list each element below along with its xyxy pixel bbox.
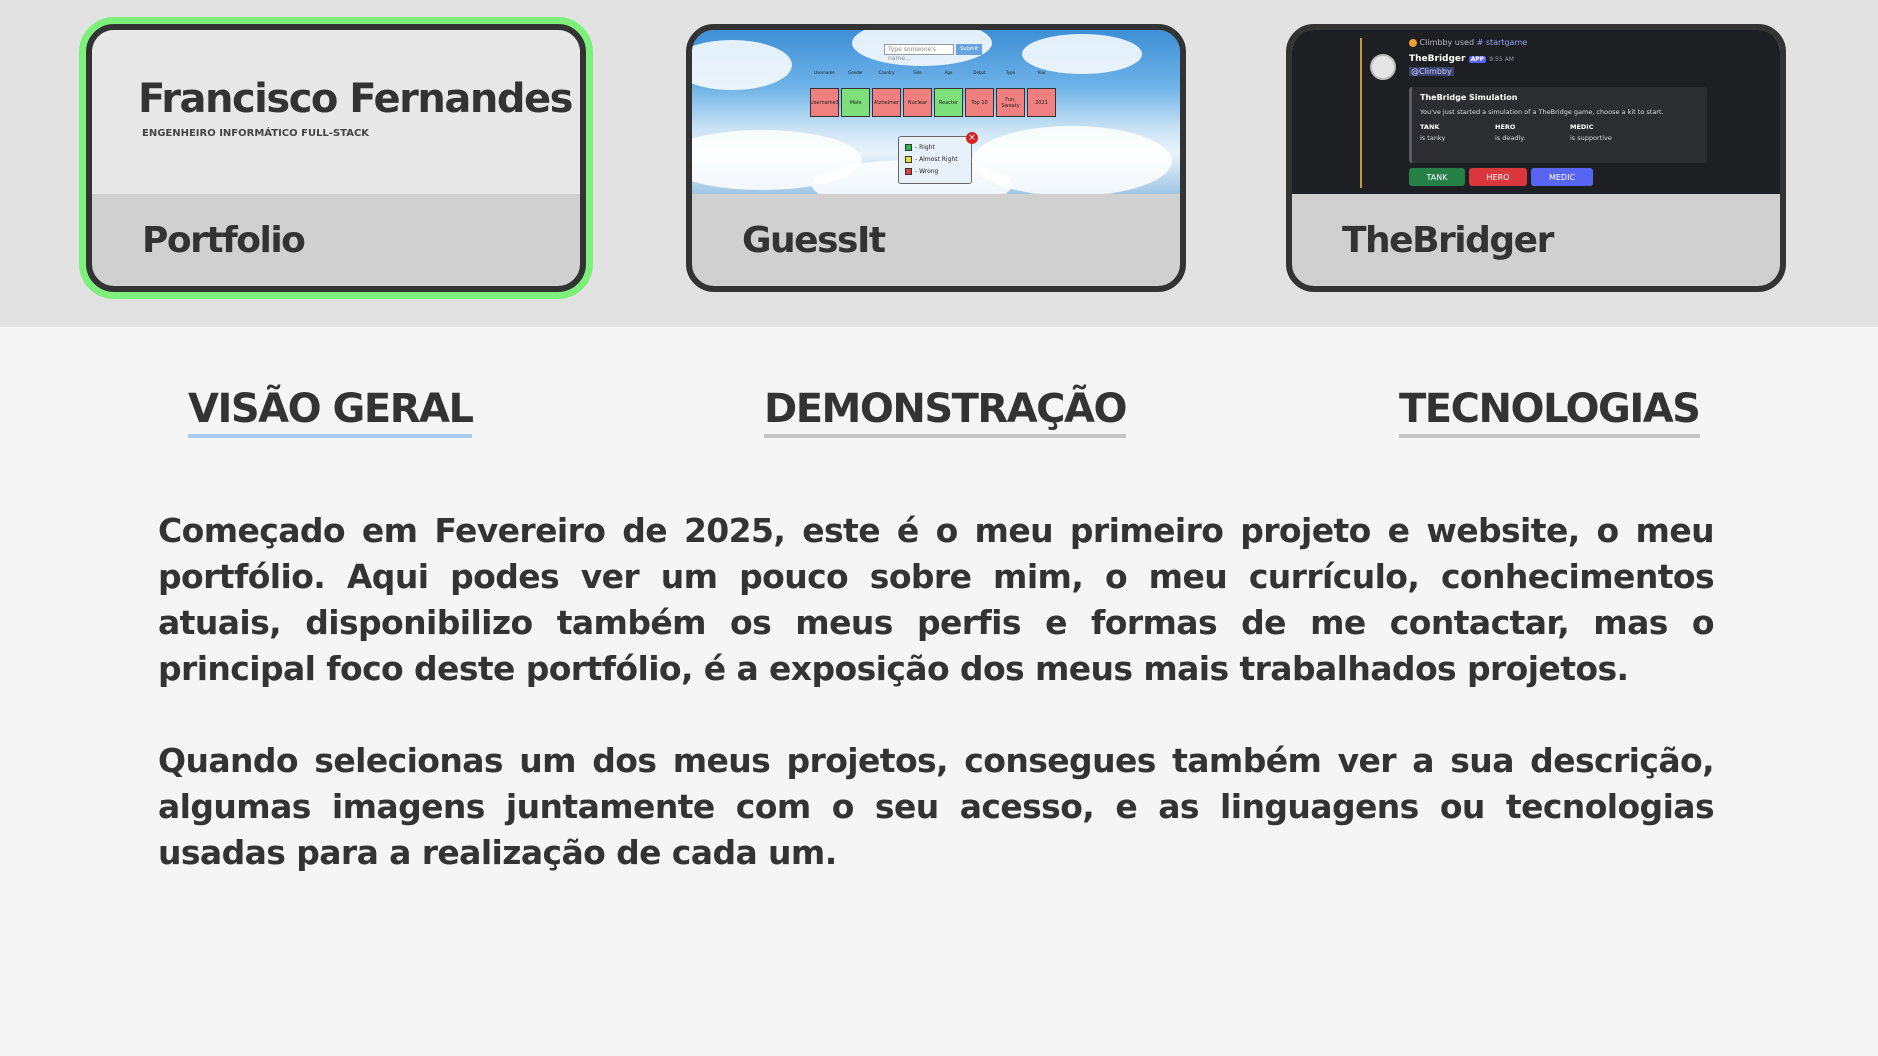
project-card-thebridger[interactable]: Climbby used # startgame TheBridger APP …	[1286, 24, 1786, 292]
legend-swatch	[905, 143, 912, 151]
legend-label: - Almost Right	[915, 155, 958, 163]
guess-cell: Fun, Sweaty	[996, 88, 1025, 117]
thumbnail-name: Francisco Fernandes	[138, 76, 573, 122]
legend-swatch	[905, 167, 912, 175]
guess-cell: Male	[841, 88, 870, 117]
command-text: startgame	[1485, 38, 1528, 47]
bot-header: TheBridger APP 9:55 AM	[1409, 54, 1514, 64]
project-card-label: GuessIt	[742, 220, 886, 261]
bot-name: TheBridger	[1409, 54, 1466, 64]
overview-paragraph-1: Começado em Fevereiro de 2025, este é o …	[158, 511, 1715, 688]
legend-label: - Wrong	[915, 167, 939, 175]
guess-input: Type someone's name...	[884, 44, 954, 62]
tab-overview[interactable]: VISÃO GERAL	[188, 386, 474, 438]
guessit-thumbnail: Type someone's name... Submit Username Ge…	[692, 30, 1180, 194]
command-user: Climbby used	[1419, 38, 1475, 47]
cloud-shape	[1022, 34, 1142, 74]
embed-title: TheBridge Simulation	[1420, 93, 1518, 102]
submit-button: Submit	[956, 44, 982, 55]
kit-button-tank: TANK	[1409, 168, 1465, 186]
project-card-label: Portfolio	[142, 220, 306, 261]
user-avatar-icon	[1409, 38, 1417, 47]
guess-header: Country	[878, 70, 895, 75]
embed-description: You've just started a simulation of a Th…	[1420, 108, 1664, 116]
legend-popup: - Right - Almost Right - Wrong	[898, 136, 972, 184]
bot-avatar	[1370, 54, 1396, 80]
guess-header: Age	[944, 70, 953, 75]
portfolio-thumbnail: Francisco Fernandes ENGENHEIRO INFORMÁTI…	[92, 30, 580, 194]
close-icon: ×	[966, 132, 978, 144]
kit-name: HERO	[1495, 123, 1516, 131]
kit-name: MEDIC	[1570, 123, 1594, 131]
legend-swatch	[905, 155, 912, 163]
mention: @Climbby	[1409, 67, 1454, 76]
kit-button-hero: HERO	[1469, 168, 1527, 186]
tab-technologies[interactable]: TECNOLOGIAS	[1399, 386, 1701, 438]
command-line: Climbby used # startgame	[1409, 38, 1527, 47]
kit-description: is tanky	[1420, 134, 1446, 142]
kit-button-medic: MEDIC	[1531, 168, 1593, 186]
legend-label: - Right	[915, 143, 935, 151]
kit-name: TANK	[1420, 123, 1440, 131]
overview-paragraph-2: Quando selecionas um dos meus projetos, …	[158, 741, 1715, 872]
legend-item: - Wrong	[905, 165, 965, 177]
guess-cell: Username3	[810, 88, 839, 117]
reply-line	[1360, 38, 1362, 188]
guess-header: Side	[913, 70, 922, 75]
guess-cell: Reacter	[934, 88, 963, 117]
guess-header: Gender	[848, 70, 863, 75]
project-card-guessit[interactable]: Type someone's name... Submit Username Ge…	[686, 24, 1186, 292]
command-name: # startgame	[1476, 38, 1528, 47]
legend-item: - Almost Right	[905, 153, 965, 165]
project-carousel: Francisco Fernandes ENGENHEIRO INFORMÁTI…	[0, 0, 1878, 327]
overview-content: Começado em Fevereiro de 2025, este é o …	[158, 508, 1715, 876]
guess-header: Year	[1037, 70, 1046, 75]
kit-description: is supportive	[1570, 134, 1612, 142]
thumbnail-role: ENGENHEIRO INFORMÁTICO FULL-STACK	[142, 128, 370, 139]
guess-cell: Nuclear	[903, 88, 932, 117]
app-badge: APP	[1468, 56, 1487, 63]
embed: TheBridge Simulation You've just started…	[1409, 87, 1707, 163]
project-card-portfolio[interactable]: Francisco Fernandes ENGENHEIRO INFORMÁTI…	[86, 24, 586, 292]
message-time: 9:55 AM	[1489, 56, 1514, 63]
cloud-shape	[692, 40, 792, 90]
guess-cell: 2021	[1027, 88, 1056, 117]
thebridger-thumbnail: Climbby used # startgame TheBridger APP …	[1292, 30, 1780, 194]
guess-header: Type	[1005, 70, 1016, 75]
guess-header: Username	[814, 70, 835, 75]
guess-row: Username3 Male Alzheimer Nuclear Reacter Top …	[810, 88, 1056, 117]
guess-headers: Username Gender Country Side Age Debut Type Yea…	[810, 70, 1056, 75]
kit-description: is deadly.	[1495, 134, 1526, 142]
tab-demo[interactable]: DEMONSTRAÇÃO	[764, 386, 1127, 438]
guess-header: Debut	[973, 70, 986, 75]
legend-item: - Right	[905, 141, 965, 153]
guess-cell: Top 10	[965, 88, 994, 117]
project-card-label: TheBridger	[1342, 220, 1554, 261]
guess-cell: Alzheimer	[872, 88, 901, 117]
